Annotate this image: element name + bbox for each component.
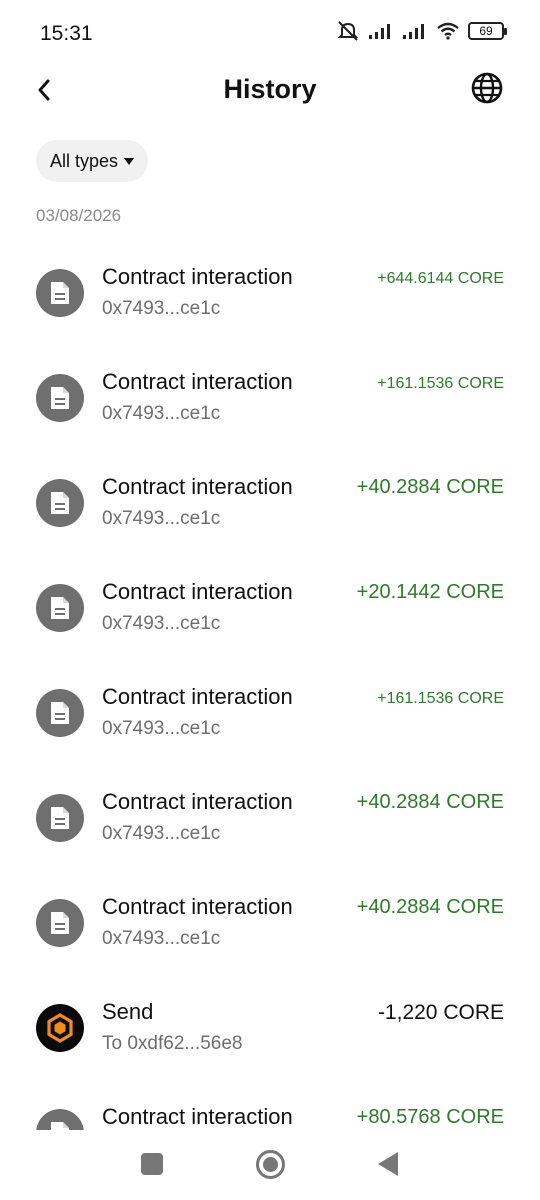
wifi-icon bbox=[437, 22, 459, 40]
date-group-label: 03/08/2026 bbox=[36, 206, 122, 225]
transaction-title: Contract interaction bbox=[102, 684, 293, 709]
recent-apps-icon[interactable] bbox=[141, 1153, 163, 1175]
battery-icon: 69 bbox=[468, 22, 507, 40]
list-item[interactable]: Contract interaction 0x7493...ce1c +40.2… bbox=[0, 765, 540, 870]
status-time: 15:31 bbox=[40, 22, 93, 45]
page-title: History bbox=[223, 74, 317, 104]
battery-level: 69 bbox=[479, 24, 493, 38]
transaction-amount: +40.2884 CORE bbox=[356, 896, 504, 918]
list-item[interactable]: Contract interaction +80.5768 CORE bbox=[0, 1080, 540, 1130]
transaction-title: Contract interaction bbox=[102, 264, 293, 289]
transaction-title: Contract interaction bbox=[102, 369, 293, 394]
transaction-address: 0x7493...ce1c bbox=[102, 823, 221, 844]
transaction-address: 0x7493...ce1c bbox=[102, 508, 221, 529]
transaction-title: Contract interaction bbox=[102, 894, 293, 919]
header: History bbox=[0, 64, 540, 116]
list-item[interactable]: Contract interaction 0x7493...ce1c +40.2… bbox=[0, 450, 540, 555]
filter-dropdown[interactable]: All types bbox=[36, 140, 149, 182]
transaction-title: Contract interaction bbox=[102, 789, 293, 814]
list-item[interactable]: Contract interaction 0x7493...ce1c +161.… bbox=[0, 345, 540, 450]
globe-icon bbox=[471, 72, 503, 104]
transaction-title: Contract interaction bbox=[102, 474, 293, 499]
signal-icon bbox=[403, 24, 424, 39]
system-nav-bar bbox=[0, 1130, 540, 1200]
transaction-amount: +80.5768 CORE bbox=[356, 1106, 504, 1128]
transaction-address: 0x7493...ce1c bbox=[102, 403, 221, 424]
transaction-title: Contract interaction bbox=[102, 579, 293, 604]
transaction-amount: +20.1442 CORE bbox=[356, 581, 504, 603]
document-icon bbox=[36, 1109, 84, 1130]
list-item[interactable]: Send To 0xdf62...56e8 -1,220 CORE bbox=[0, 975, 540, 1080]
signal-icon bbox=[369, 24, 390, 39]
list-item[interactable]: Contract interaction 0x7493...ce1c +644.… bbox=[0, 240, 540, 345]
document-icon bbox=[36, 374, 84, 422]
transaction-title: Contract interaction bbox=[102, 1104, 293, 1129]
list-item[interactable]: Contract interaction 0x7493...ce1c +40.2… bbox=[0, 870, 540, 975]
transaction-amount: +40.2884 CORE bbox=[356, 476, 504, 498]
transaction-title: Send bbox=[102, 999, 154, 1024]
filter-label: All types bbox=[50, 150, 119, 171]
transaction-amount: +161.1536 CORE bbox=[377, 690, 504, 707]
home-icon[interactable] bbox=[256, 1150, 285, 1179]
document-icon bbox=[36, 584, 84, 632]
list-item[interactable]: Contract interaction 0x7493...ce1c +20.1… bbox=[0, 555, 540, 660]
transaction-amount: +40.2884 CORE bbox=[356, 791, 504, 813]
transaction-address: To 0xdf62...56e8 bbox=[102, 1033, 243, 1054]
document-icon bbox=[36, 899, 84, 947]
status-icons: 69 bbox=[336, 20, 507, 42]
transaction-address: 0x7493...ce1c bbox=[102, 298, 221, 319]
document-icon bbox=[36, 479, 84, 527]
transaction-address: 0x7493...ce1c bbox=[102, 928, 221, 949]
transaction-amount: -1,220 CORE bbox=[377, 1001, 504, 1024]
document-icon bbox=[36, 794, 84, 842]
status-bar: 15:31 69 bbox=[0, 0, 540, 64]
transaction-amount: +644.6144 CORE bbox=[377, 270, 504, 287]
globe-button[interactable] bbox=[470, 71, 504, 105]
transaction-address: 0x7493...ce1c bbox=[102, 718, 221, 739]
back-icon[interactable] bbox=[378, 1152, 398, 1176]
core-token-icon bbox=[36, 1004, 84, 1052]
caret-down-icon bbox=[124, 157, 135, 165]
transaction-amount: +161.1536 CORE bbox=[377, 375, 504, 392]
document-icon bbox=[36, 269, 84, 317]
transaction-list: Contract interaction 0x7493...ce1c +644.… bbox=[0, 240, 540, 1130]
mute-icon bbox=[337, 21, 359, 41]
list-item[interactable]: Contract interaction 0x7493...ce1c +161.… bbox=[0, 660, 540, 765]
transaction-address: 0x7493...ce1c bbox=[102, 613, 221, 634]
document-icon bbox=[36, 689, 84, 737]
